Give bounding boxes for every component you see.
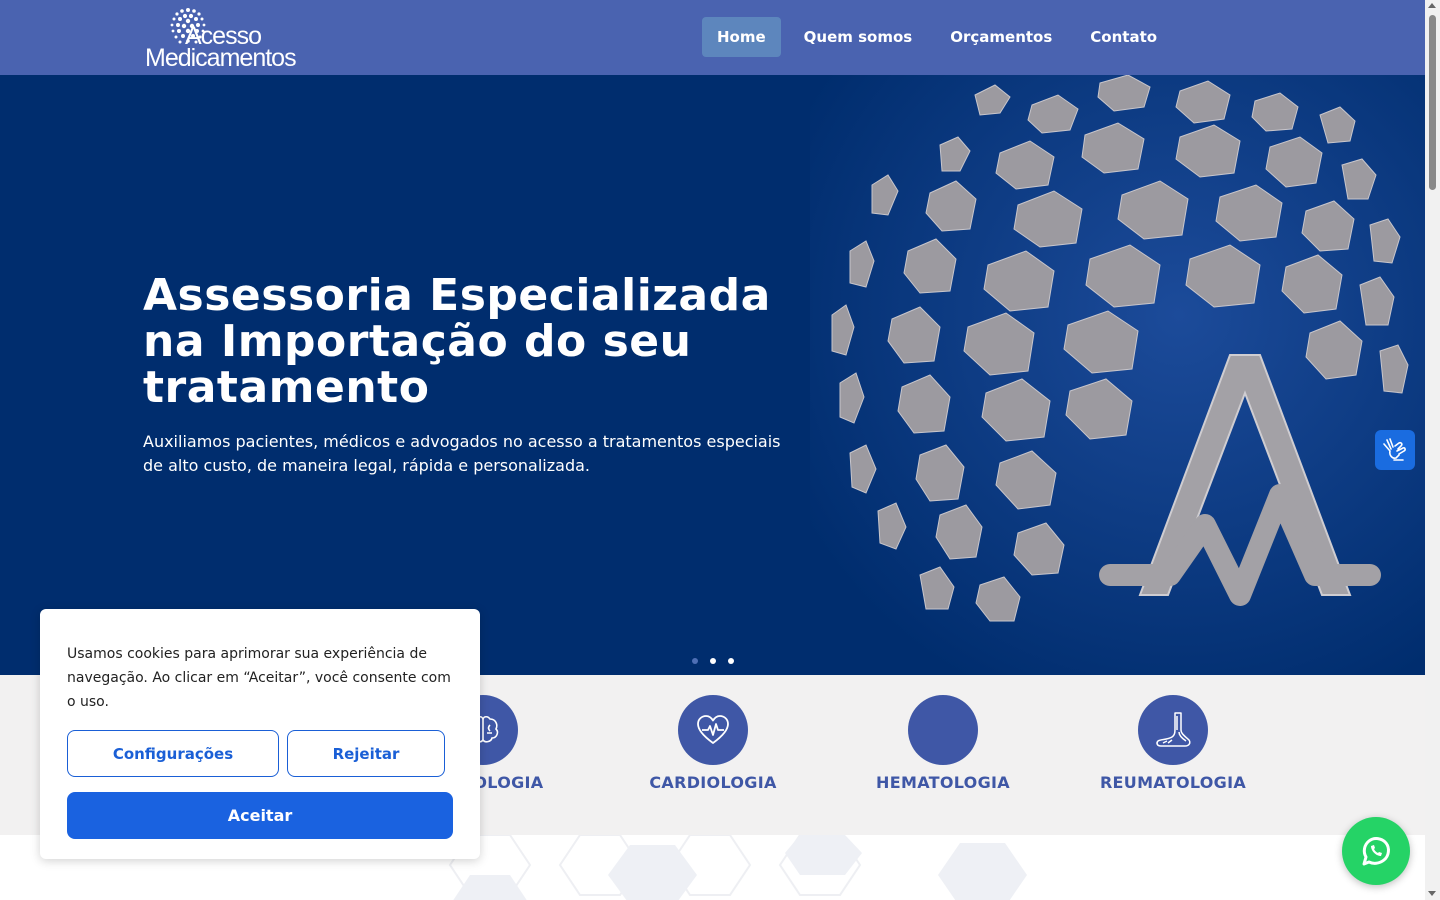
- cookie-reject-button[interactable]: Rejeitar: [287, 730, 445, 777]
- carousel-dot-1[interactable]: [692, 658, 698, 664]
- whatsapp-icon: [1362, 837, 1390, 866]
- site-header: Acesso Medicamentos Home Quem somos Orça…: [0, 0, 1425, 75]
- whatsapp-button[interactable]: [1342, 817, 1410, 885]
- accessibility-button[interactable]: [1375, 430, 1415, 470]
- heart-pulse-icon: [678, 695, 748, 765]
- specialty-hematologia[interactable]: HEMATOLOGIA: [843, 695, 1043, 792]
- cookie-consent-banner: Usamos cookies para aprimorar sua experi…: [40, 609, 480, 859]
- specialty-label: HEMATOLOGIA: [876, 773, 1010, 792]
- nav-home[interactable]: Home: [702, 17, 781, 57]
- nav-quem-somos[interactable]: Quem somos: [789, 17, 928, 57]
- blood-drop-icon: [908, 695, 978, 765]
- carousel-dot-2[interactable]: [710, 658, 716, 664]
- cookie-accept-button[interactable]: Aceitar: [67, 792, 453, 839]
- specialty-cardiologia[interactable]: CARDIOLOGIA: [613, 695, 813, 792]
- scrollbar-thumb[interactable]: [1429, 15, 1436, 190]
- carousel-indicators: [692, 658, 746, 664]
- carousel-dot-3[interactable]: [728, 658, 734, 664]
- nav-orcamentos[interactable]: Orçamentos: [935, 17, 1067, 57]
- scroll-down-arrow-icon[interactable]: [1428, 891, 1436, 896]
- page-scrollbar[interactable]: [1425, 0, 1440, 900]
- hero-carousel: Assessoria Especializada na Importação d…: [0, 75, 1425, 675]
- cookie-settings-button[interactable]: Configurações: [67, 730, 279, 777]
- site-logo[interactable]: Acesso Medicamentos: [145, 6, 315, 72]
- specialty-label: CARDIOLOGIA: [649, 773, 777, 792]
- logo-text-medicamentos: Medicamentos: [145, 44, 297, 72]
- foot-bones-icon: [1138, 695, 1208, 765]
- nav-contato[interactable]: Contato: [1075, 17, 1172, 57]
- hero-title: Assessoria Especializada na Importação d…: [143, 270, 771, 413]
- main-nav: Home Quem somos Orçamentos Contato: [702, 17, 1180, 57]
- hexagon-sphere-logo-image: [810, 75, 1425, 675]
- sign-language-hands-icon: [1383, 438, 1406, 461]
- specialty-reumatologia[interactable]: REUMATOLOGIA: [1073, 695, 1273, 792]
- scroll-up-arrow-icon[interactable]: [1428, 3, 1436, 8]
- specialty-label: REUMATOLOGIA: [1099, 773, 1247, 792]
- cookie-message: Usamos cookies para aprimorar sua experi…: [67, 646, 451, 710]
- hero-subtitle: Auxiliamos pacientes, médicos e advogado…: [143, 432, 781, 475]
